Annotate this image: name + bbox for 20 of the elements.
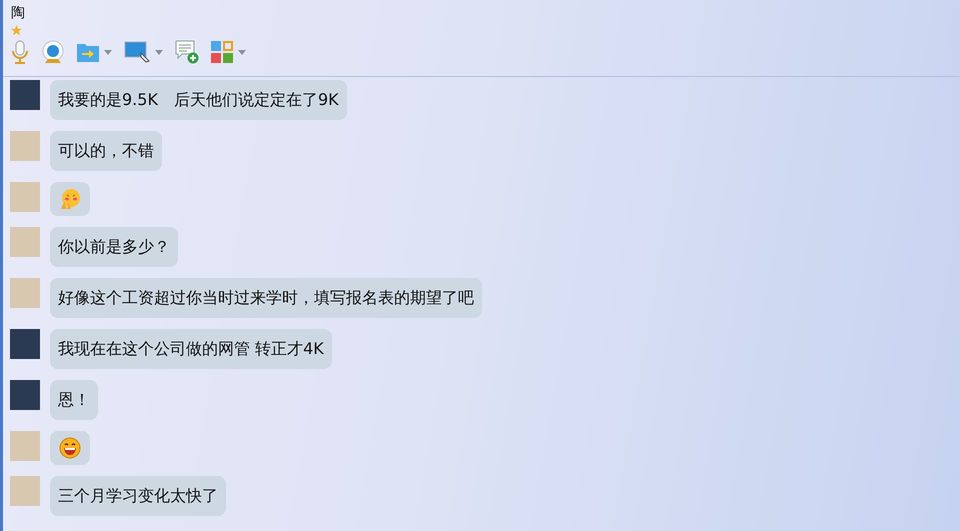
apps-grid-icon[interactable] xyxy=(211,41,233,63)
message-bubble: 我现在在这个公司做的网管 转正才4K xyxy=(50,329,332,369)
message-bubble: 可以的，不错 xyxy=(50,131,162,171)
star-icon xyxy=(11,25,22,36)
message-bubble: 我要的是9.5K 后天他们说定定在了9K xyxy=(50,80,347,120)
caret-icon[interactable] xyxy=(155,50,163,54)
shy-emoji-icon xyxy=(59,188,81,210)
screen-share-icon[interactable] xyxy=(124,41,150,63)
webcam-icon[interactable] xyxy=(41,40,65,64)
microphone-icon[interactable] xyxy=(11,40,29,64)
message-bubble: 恩！ xyxy=(50,380,98,420)
folder-arrow-icon[interactable] xyxy=(77,42,99,62)
caret-icon[interactable] xyxy=(104,50,112,54)
message-bubble: 你以前是多少？ xyxy=(50,227,178,267)
message-bubble: 好像这个工资超过你当时过来学时，填写报名表的期望了吧 xyxy=(50,278,482,318)
laughing-emoji-icon xyxy=(59,437,81,459)
contact-name: 陶 xyxy=(11,4,26,22)
add-chat-icon[interactable] xyxy=(175,40,199,64)
message-bubble: 三个月学习变化太快了 xyxy=(50,476,226,516)
caret-icon[interactable] xyxy=(238,50,246,54)
